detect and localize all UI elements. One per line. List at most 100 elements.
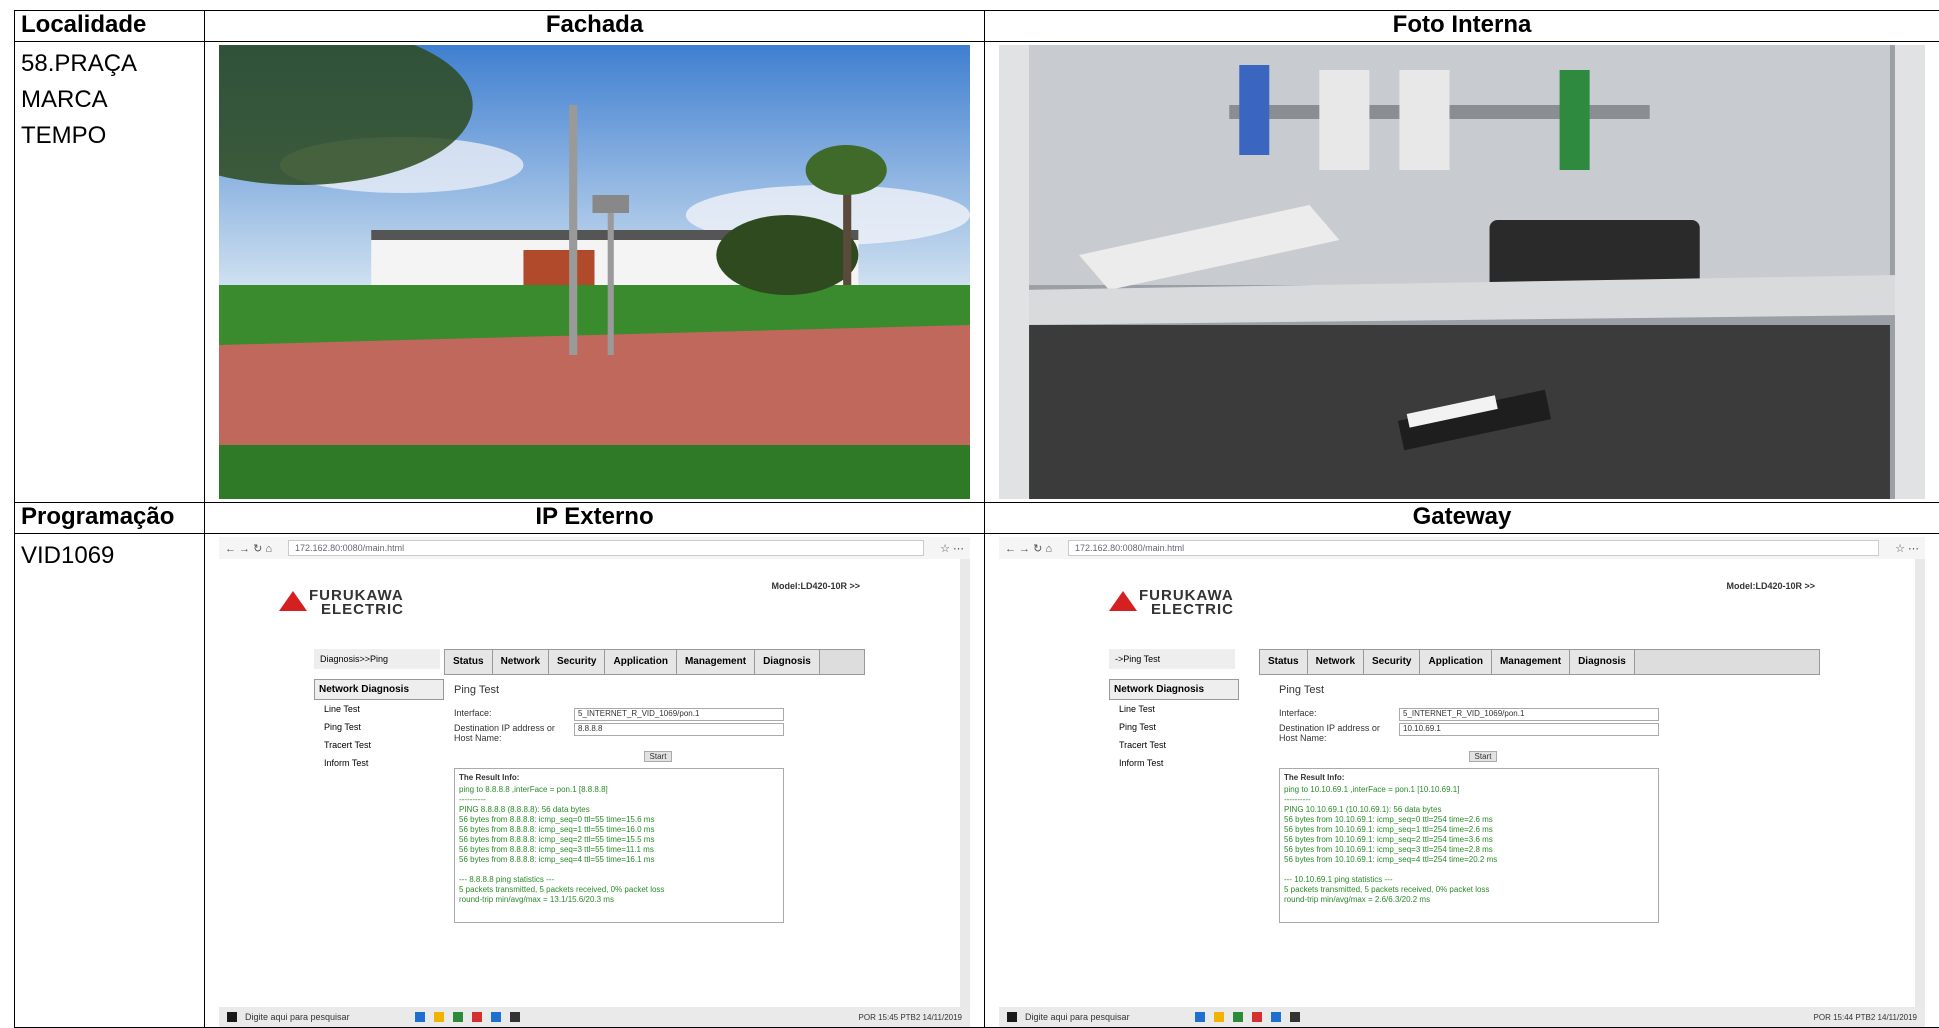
result-line: ping to 10.10.69.1 ,interFace = pon.1 [1… [1284,785,1654,795]
header-fachada: Fachada [205,11,985,42]
dest-value: 10.10.69.1 [1399,723,1659,736]
taskbar: Digite aqui para pesquisar POR 15:45 PTB… [219,1007,970,1027]
star-icon: ☆ ⋯ [934,542,970,555]
start-button: Start [1469,751,1497,762]
result-box: The Result Info: ping to 8.8.8.8 ,interF… [454,768,784,923]
header-gateway: Gateway [985,503,1939,534]
result-title: The Result Info: [459,773,779,783]
interface-value: 5_INTERNET_R_VID_1069/pon.1 [1399,708,1659,721]
address-bar: 172.162.80:0080/main.html [288,540,924,556]
result-line: 5 packets transmitted, 5 packets receive… [459,885,779,895]
cabinet-interior-photo [999,45,1925,499]
back-icon: ← → ↻ ⌂ [999,542,1058,555]
tab-security: Security [549,650,605,674]
result-line: 56 bytes from 10.10.69.1: icmp_seq=1 ttl… [1284,825,1654,835]
address-bar: 172.162.80:0080/main.html [1068,540,1879,556]
sidebar-item: Inform Test [1109,754,1239,772]
result-line: 56 bytes from 8.8.8.8: icmp_seq=4 ttl=55… [459,855,779,865]
result-line: 56 bytes from 8.8.8.8: icmp_seq=0 ttl=55… [459,815,779,825]
header-row-2: Programação IP Externo Gateway [15,503,1939,534]
sidebar-item: Inform Test [314,754,444,772]
localidade-cell: 58.PRAÇA MARCA TEMPO [15,42,205,503]
header-programacao: Programação [15,503,205,534]
back-icon: ← → ↻ ⌂ [219,542,278,555]
scrollbar [960,559,970,1007]
tab-network: Network [1308,650,1364,674]
tab-security: Security [1364,650,1420,674]
model-label: Model:LD420-10R >> [1726,581,1815,591]
result-line: --- 8.8.8.8 ping statistics --- [459,875,779,885]
gateway-cell: ← → ↻ ⌂ 172.162.80:0080/main.html ☆ ⋯ FU… [985,534,1939,1028]
header-foto-interna: Foto Interna [985,11,1939,42]
header-row-1: Localidade Fachada Foto Interna [15,11,1939,42]
result-title: The Result Info: [1284,773,1654,783]
scrollbar [1915,559,1925,1007]
taskbar-clock: POR 15:45 PTB2 14/11/2019 [859,1013,970,1022]
result-line: 56 bytes from 8.8.8.8: icmp_seq=3 ttl=55… [459,845,779,855]
result-line: 56 bytes from 10.10.69.1: icmp_seq=0 ttl… [1284,815,1654,825]
result-line: round-trip min/avg/max = 2.6/6.3/20.2 ms [1284,895,1654,905]
logo-line2: ELECTRIC [1139,603,1234,617]
result-line: 56 bytes from 8.8.8.8: icmp_seq=1 ttl=55… [459,825,779,835]
sidebar-item: Ping Test [314,718,444,736]
furukawa-logo: FURUKAWA ELECTRIC [309,589,404,617]
ping-content: Ping Test Interface:5_INTERNET_R_VID_106… [1279,684,1659,923]
sidebar-item: Tracert Test [314,736,444,754]
facade-photo [219,45,970,499]
programacao-cell: VID1069 [15,534,205,1028]
sidebar: Network Diagnosis Line Test Ping Test Tr… [314,679,444,772]
taskbar-clock: POR 15:44 PTB2 14/11/2019 [1814,1013,1925,1022]
programacao-value: VID1069 [15,534,204,578]
result-line [459,865,779,875]
header-ip-externo: IP Externo [205,503,985,534]
breadcrumb: Diagnosis>>Ping [314,649,440,669]
tab-status: Status [1260,650,1308,674]
interface-value: 5_INTERNET_R_VID_1069/pon.1 [574,708,784,721]
tab-diagnosis: Diagnosis [1570,650,1635,674]
tab-application: Application [1420,650,1491,674]
dest-label: Destination IP address or Host Name: [1279,723,1399,743]
ip-externo-cell: ← → ↻ ⌂ 172.162.80:0080/main.html ☆ ⋯ FU… [205,534,985,1028]
result-line: round-trip min/avg/max = 13.1/15.6/20.3 … [459,895,779,905]
gateway-screenshot: ← → ↻ ⌂ 172.162.80:0080/main.html ☆ ⋯ FU… [999,537,1925,1027]
ip-externo-screenshot: ← → ↻ ⌂ 172.162.80:0080/main.html ☆ ⋯ FU… [219,537,970,1027]
taskbar: Digite aqui para pesquisar POR 15:44 PTB… [999,1007,1925,1027]
logo-line2: ELECTRIC [309,603,404,617]
fachada-cell [205,42,985,503]
browser-bar: ← → ↻ ⌂ 172.162.80:0080/main.html ☆ ⋯ [219,537,970,560]
interface-label: Interface: [1279,708,1399,721]
tab-application: Application [605,650,676,674]
star-icon: ☆ ⋯ [1889,542,1925,555]
start-button: Start [644,751,672,762]
result-line: 56 bytes from 10.10.69.1: icmp_seq=4 ttl… [1284,855,1654,865]
result-line: ping to 8.8.8.8 ,interFace = pon.1 [8.8.… [459,785,779,795]
tab-network: Network [493,650,549,674]
content-title: Ping Test [1279,684,1659,696]
tab-status: Status [445,650,493,674]
report-table: Localidade Fachada Foto Interna 58.PRAÇA… [14,10,1939,1028]
sidebar-item: Line Test [1109,700,1239,718]
model-label: Model:LD420-10R >> [771,581,860,591]
furukawa-logo: FURUKAWA ELECTRIC [1139,589,1234,617]
sidebar-section: Network Diagnosis [314,679,444,700]
result-line: 56 bytes from 10.10.69.1: icmp_seq=3 ttl… [1284,845,1654,855]
tab-management: Management [677,650,755,674]
result-line: 5 packets transmitted, 5 packets receive… [1284,885,1654,895]
result-line [1284,865,1654,875]
tabs: Status Network Security Application Mana… [1259,649,1820,675]
content-title: Ping Test [454,684,784,696]
localidade-line: 58.PRAÇA [21,46,198,82]
result-line: ---------- [1284,795,1654,805]
result-line: PING 10.10.69.1 (10.10.69.1): 56 data by… [1284,805,1654,815]
tab-management: Management [1492,650,1570,674]
interface-label: Interface: [454,708,574,721]
result-line: 56 bytes from 10.10.69.1: icmp_seq=2 ttl… [1284,835,1654,845]
result-line: 56 bytes from 8.8.8.8: icmp_seq=2 ttl=55… [459,835,779,845]
localidade-line: MARCA [21,82,198,118]
breadcrumb: ->Ping Test [1109,649,1235,669]
sidebar: Network Diagnosis Line Test Ping Test Tr… [1109,679,1239,772]
localidade-line: TEMPO [21,118,198,154]
sidebar-item: Ping Test [1109,718,1239,736]
dest-label: Destination IP address or Host Name: [454,723,574,743]
result-line: --- 10.10.69.1 ping statistics --- [1284,875,1654,885]
